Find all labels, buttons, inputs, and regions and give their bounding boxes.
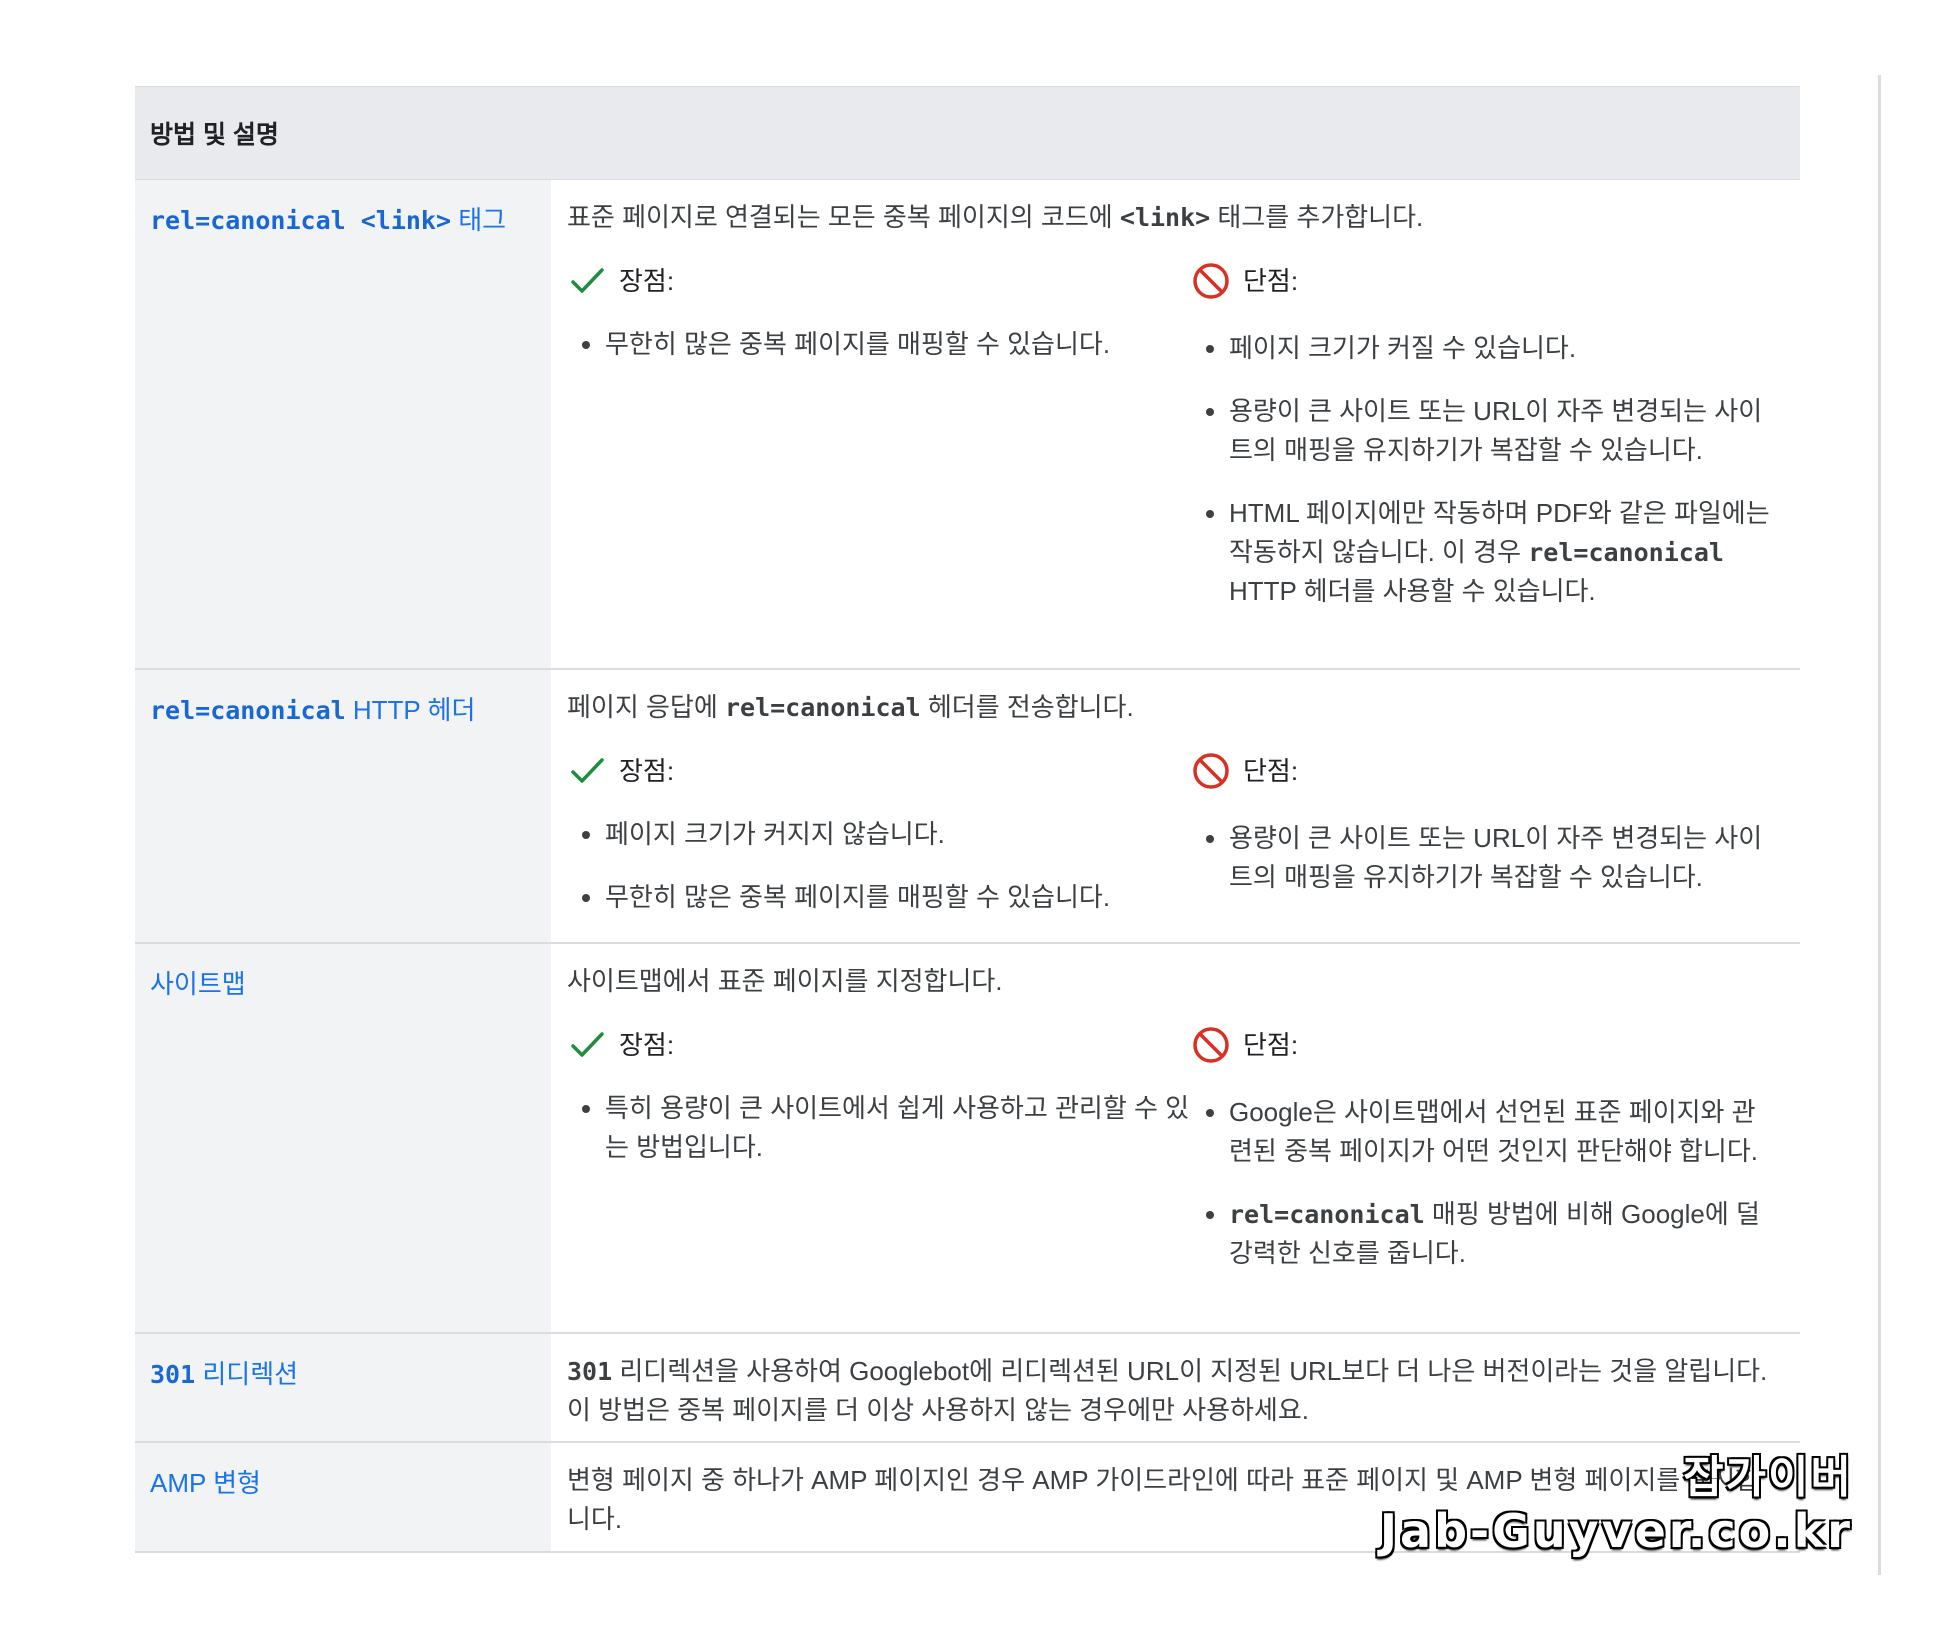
description-text: 301 리디렉션을 사용하여 Googlebot에 리디렉션된 URL이 지정된… (567, 1352, 1780, 1430)
method-code: 301 (150, 1360, 196, 1389)
pros-column: 장점: 페이지 크기가 커지지 않습니다. 무한히 많은 중복 페이지를 매핑할… (567, 749, 1191, 941)
desc-code: <link> (1119, 203, 1211, 232)
desc-text: 표준 페이지로 연결되는 모든 중복 페이지의 코드에 (567, 202, 1120, 232)
method-cell: 사이트맵 (135, 944, 551, 1332)
method-text: 사이트맵 (150, 969, 246, 999)
pros-heading: 장점: (567, 749, 1191, 793)
pros-heading: 장점: (567, 259, 1191, 303)
list-item: 무한히 많은 중복 페이지를 매핑할 수 있습니다. (605, 878, 1191, 917)
cons-list: 용량이 큰 사이트 또는 URL이 자주 변경되는 사이트의 매핑을 유지하기가… (1191, 819, 1770, 897)
list-item-text: 용량이 큰 사이트 또는 URL이 자주 변경되는 사이트의 매핑을 유지하기가… (1229, 396, 1763, 465)
method-cell: AMP 변형 (135, 1443, 551, 1551)
method-link-amp-variant[interactable]: AMP 변형 (150, 1468, 261, 1498)
pros-list: 페이지 크기가 커지지 않습니다. 무한히 많은 중복 페이지를 매핑할 수 있… (567, 815, 1191, 917)
description-text: 사이트맵에서 표준 페이지를 지정합니다. (567, 966, 1003, 996)
cons-column: 단점: Google은 사이트맵에서 선언된 표준 페이지와 관련된 중복 페이… (1191, 1023, 1780, 1297)
description-cell: 301 리디렉션을 사용하여 Googlebot에 리디렉션된 URL이 지정된… (551, 1334, 1800, 1441)
list-item-code: rel=canonical (1229, 1200, 1425, 1229)
pros-list: 특히 용량이 큰 사이트에서 쉽게 사용하고 관리할 수 있는 방법입니다. (567, 1089, 1191, 1167)
description-cell: 사이트맵에서 표준 페이지를 지정합니다. 장점: 특히 용량이 큰 사이트에서… (551, 944, 1800, 1332)
canonical-methods-table: 방법 및 설명 rel=canonical <link> 태그 표준 페이지로 … (135, 86, 1800, 1553)
method-link-http-header[interactable]: rel=canonical HTTP 헤더 (150, 695, 475, 725)
pros-label: 장점: (619, 265, 675, 296)
method-code: rel=canonical (150, 696, 346, 725)
check-icon (567, 751, 607, 791)
method-link-link-tag[interactable]: rel=canonical <link> 태그 (150, 205, 506, 235)
cons-heading: 단점: (1191, 259, 1770, 303)
watermark-url: Jab-Guyver.co.kr (1379, 1504, 1853, 1558)
table-header: 방법 및 설명 (135, 86, 1800, 180)
cons-heading: 단점: (1191, 1023, 1770, 1067)
desc-code: rel=canonical (724, 693, 921, 722)
list-item: 페이지 크기가 커질 수 있습니다. (1229, 329, 1770, 368)
list-item: HTML 페이지에만 작동하며 PDF와 같은 파일에는 작동하지 않습니다. … (1229, 494, 1770, 611)
desc-text: 리디렉션을 사용하여 Googlebot에 리디렉션된 URL이 지정된 URL… (567, 1356, 1768, 1425)
pros-label: 장점: (619, 1029, 675, 1060)
table-row: rel=canonical <link> 태그 표준 페이지로 연결되는 모든 … (135, 180, 1800, 670)
method-text: 태그 (451, 205, 507, 235)
method-text: 리디렉션 (195, 1359, 299, 1389)
block-icon (1191, 1025, 1231, 1065)
desc-text: 페이지 응답에 (567, 692, 725, 722)
pros-list: 무한히 많은 중복 페이지를 매핑할 수 있습니다. (567, 325, 1191, 364)
method-cell: 301 리디렉션 (135, 1334, 551, 1441)
method-cell: rel=canonical HTTP 헤더 (135, 670, 551, 942)
description-cell: 페이지 응답에 rel=canonical 헤더를 전송합니다. 장점: 페이지… (551, 670, 1800, 942)
cons-column: 단점: 페이지 크기가 커질 수 있습니다. 용량이 큰 사이트 또는 URL이… (1191, 259, 1780, 635)
list-item-text: HTTP 헤더를 사용할 수 있습니다. (1229, 576, 1596, 606)
list-item-text: 페이지 크기가 커질 수 있습니다. (1229, 333, 1577, 363)
block-icon (1191, 751, 1231, 791)
table-row: rel=canonical HTTP 헤더 페이지 응답에 rel=canoni… (135, 670, 1800, 944)
cons-list: 페이지 크기가 커질 수 있습니다. 용량이 큰 사이트 또는 URL이 자주 … (1191, 329, 1770, 611)
watermark-title: 잡가이버 (1683, 1452, 1853, 1503)
cons-label: 단점: (1243, 265, 1299, 296)
desc-text: 헤더를 전송합니다. (920, 692, 1134, 722)
method-link-301-redirect[interactable]: 301 리디렉션 (150, 1359, 298, 1389)
pros-column: 장점: 특히 용량이 큰 사이트에서 쉽게 사용하고 관리할 수 있는 방법입니… (567, 1023, 1191, 1297)
list-item-text: 용량이 큰 사이트 또는 URL이 자주 변경되는 사이트의 매핑을 유지하기가… (1229, 823, 1763, 892)
list-item-code: rel=canonical (1528, 538, 1724, 567)
list-item: 무한히 많은 중복 페이지를 매핑할 수 있습니다. (605, 325, 1191, 364)
watermark: 잡가이버 Jab-Guyver.co.kr (1380, 1452, 1853, 1558)
list-item: 페이지 크기가 커지지 않습니다. (605, 815, 1191, 854)
check-icon (567, 261, 607, 301)
method-code: rel=canonical <link> (150, 206, 452, 235)
description-cell: 표준 페이지로 연결되는 모든 중복 페이지의 코드에 <link> 태그를 추… (551, 180, 1800, 668)
pros-column: 장점: 무한히 많은 중복 페이지를 매핑할 수 있습니다. (567, 259, 1191, 635)
list-item-text: Google은 사이트맵에서 선언된 표준 페이지와 관련된 중복 페이지가 어… (1229, 1097, 1758, 1166)
cons-list: Google은 사이트맵에서 선언된 표준 페이지와 관련된 중복 페이지가 어… (1191, 1093, 1770, 1273)
scrollbar[interactable] (1878, 75, 1881, 1575)
cons-heading: 단점: (1191, 749, 1770, 793)
list-item: 용량이 큰 사이트 또는 URL이 자주 변경되는 사이트의 매핑을 유지하기가… (1229, 819, 1770, 897)
list-item: Google은 사이트맵에서 선언된 표준 페이지와 관련된 중복 페이지가 어… (1229, 1093, 1770, 1171)
cons-label: 단점: (1243, 1029, 1299, 1060)
desc-text: 태그를 추가합니다. (1210, 202, 1424, 232)
table-row: 사이트맵 사이트맵에서 표준 페이지를 지정합니다. 장점: 특히 용량이 큰 … (135, 944, 1800, 1334)
list-item: rel=canonical 매핑 방법에 비해 Google에 덜 강력한 신호… (1229, 1195, 1770, 1273)
cons-label: 단점: (1243, 755, 1299, 786)
cons-column: 단점: 용량이 큰 사이트 또는 URL이 자주 변경되는 사이트의 매핑을 유… (1191, 749, 1780, 941)
list-item: 용량이 큰 사이트 또는 URL이 자주 변경되는 사이트의 매핑을 유지하기가… (1229, 392, 1770, 470)
table-header-label: 방법 및 설명 (150, 121, 279, 149)
check-icon (567, 1025, 607, 1065)
pros-heading: 장점: (567, 1023, 1191, 1067)
table-row: 301 리디렉션 301 리디렉션을 사용하여 Googlebot에 리디렉션된… (135, 1334, 1800, 1443)
method-cell: rel=canonical <link> 태그 (135, 180, 551, 668)
pros-label: 장점: (619, 755, 675, 786)
block-icon (1191, 261, 1231, 301)
method-link-sitemap[interactable]: 사이트맵 (150, 969, 246, 999)
desc-code: 301 (567, 1357, 613, 1386)
description-text: 표준 페이지로 연결되는 모든 중복 페이지의 코드에 <link> 태그를 추… (567, 198, 1780, 237)
method-text: HTTP 헤더 (345, 695, 476, 725)
list-item: 특히 용량이 큰 사이트에서 쉽게 사용하고 관리할 수 있는 방법입니다. (605, 1089, 1191, 1167)
description-text: 페이지 응답에 rel=canonical 헤더를 전송합니다. (567, 688, 1780, 727)
method-text: AMP 변형 (150, 1468, 261, 1498)
